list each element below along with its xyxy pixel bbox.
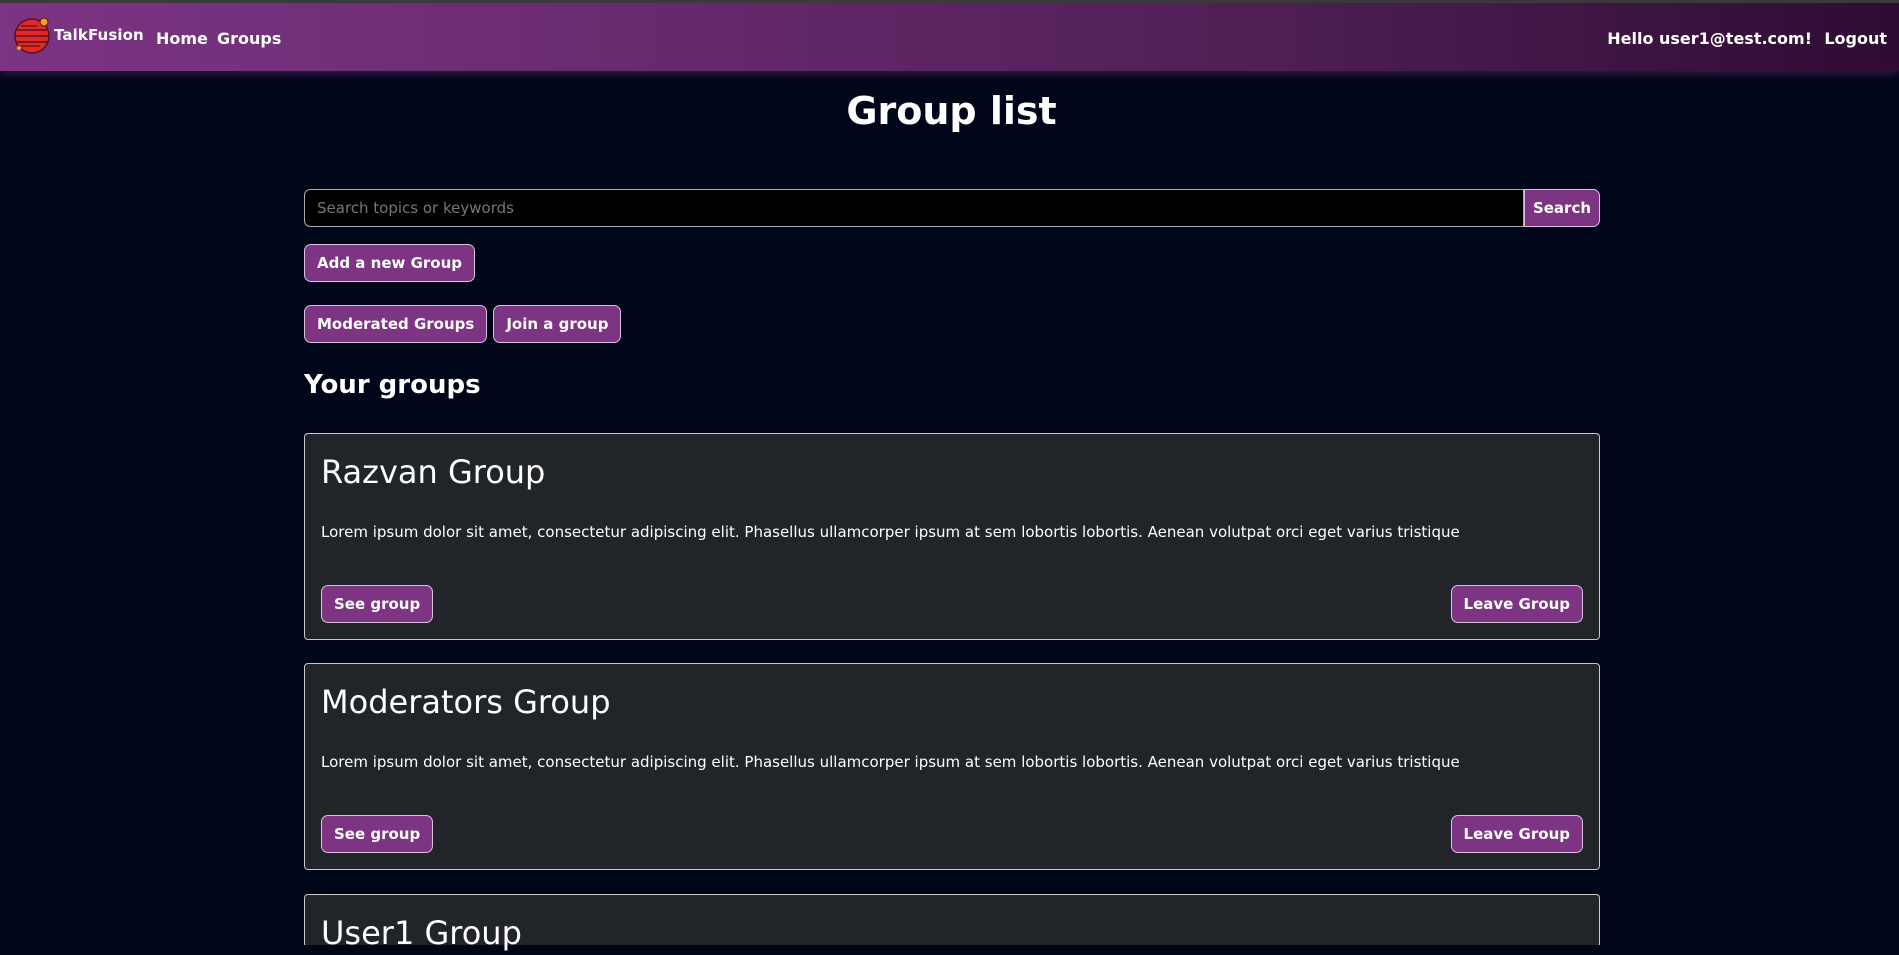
group-card: User1 Group — [304, 894, 1600, 952]
brand[interactable]: TalkFusion — [12, 15, 144, 55]
leave-group-button[interactable]: Leave Group — [1450, 585, 1583, 623]
search-button[interactable]: Search — [1524, 189, 1600, 227]
logout-link[interactable]: Logout — [1824, 28, 1887, 50]
see-group-button[interactable]: See group — [321, 815, 434, 853]
moderated-groups-button[interactable]: Moderated Groups — [304, 305, 488, 343]
add-group-button[interactable]: Add a new Group — [304, 244, 476, 282]
group-card: Moderators Group Lorem ipsum dolor sit a… — [304, 663, 1600, 870]
page-title: Group list — [846, 89, 1057, 133]
group-description: Lorem ipsum dolor sit amet, consectetur … — [321, 753, 1460, 771]
planet-logo-icon — [14, 17, 50, 54]
group-name: User1 Group — [321, 914, 522, 952]
brand-name: TalkFusion — [54, 26, 144, 44]
user-greeting: Hello user1@test.com! — [1607, 29, 1812, 48]
group-name: Razvan Group — [321, 453, 546, 491]
see-group-button[interactable]: See group — [321, 585, 434, 623]
top-navbar: TalkFusion Home Groups Hello user1@test.… — [0, 0, 1899, 71]
join-group-button[interactable]: Join a group — [493, 305, 622, 343]
search-bar: Search — [304, 189, 1600, 227]
group-description: Lorem ipsum dolor sit amet, consectetur … — [321, 523, 1460, 541]
section-title: Your groups — [304, 370, 481, 400]
group-filter-buttons: Moderated Groups Join a group — [304, 305, 622, 343]
nav-home-link[interactable]: Home — [156, 28, 208, 50]
group-name: Moderators Group — [321, 683, 611, 721]
search-input[interactable] — [304, 189, 1524, 227]
leave-group-button[interactable]: Leave Group — [1450, 815, 1583, 853]
group-card: Razvan Group Lorem ipsum dolor sit amet,… — [304, 433, 1600, 640]
nav-groups-link[interactable]: Groups — [217, 28, 281, 50]
